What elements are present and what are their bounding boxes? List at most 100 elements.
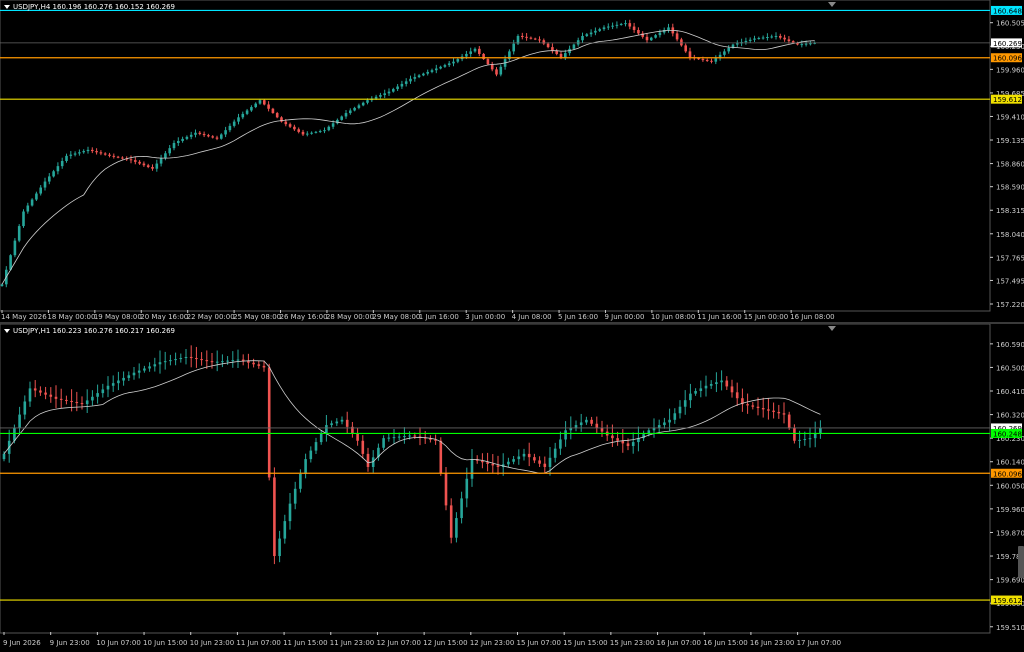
time-label: 16 Jun 08:00 bbox=[790, 313, 834, 321]
candle-body bbox=[48, 176, 51, 182]
candle-body bbox=[637, 29, 640, 34]
candle-body bbox=[774, 35, 778, 37]
level-tag-label: 159.612 bbox=[993, 96, 1022, 104]
h1-chart-canvas[interactable]: 160.590160.500160.410160.320160.230160.1… bbox=[0, 324, 1024, 652]
candle-body bbox=[2, 453, 6, 460]
candle-body bbox=[654, 35, 657, 38]
candle-body bbox=[69, 154, 73, 156]
candle-body bbox=[590, 419, 593, 424]
candle-body bbox=[237, 117, 240, 122]
candle-body bbox=[444, 473, 448, 506]
candle-body bbox=[39, 390, 42, 393]
candle-body bbox=[349, 110, 352, 114]
candle-body bbox=[288, 124, 292, 127]
candle-body bbox=[521, 35, 524, 37]
candle-body bbox=[18, 414, 21, 428]
candle-body bbox=[705, 59, 709, 61]
candle-body bbox=[507, 461, 510, 465]
candle-body bbox=[473, 48, 477, 52]
scroll-handle[interactable] bbox=[1018, 546, 1024, 578]
candle-body bbox=[767, 409, 770, 411]
time-label: 9 Jun 2026 bbox=[3, 639, 41, 647]
time-label: 26 May 16:00 bbox=[280, 313, 328, 321]
candle-body bbox=[258, 100, 262, 104]
shift-marker-icon[interactable] bbox=[828, 326, 836, 331]
candle-body bbox=[301, 131, 305, 135]
candle-body bbox=[232, 121, 236, 126]
candle-body bbox=[680, 39, 683, 46]
candle-body bbox=[267, 367, 271, 478]
candle-body bbox=[254, 103, 257, 108]
candle-body bbox=[611, 25, 614, 27]
candle-body bbox=[673, 413, 677, 420]
candle-body bbox=[226, 360, 229, 362]
price-tick-label: 159.135 bbox=[996, 137, 1024, 145]
chart-frame bbox=[0, 0, 991, 312]
candle-body bbox=[91, 149, 94, 152]
candle-body bbox=[714, 58, 718, 62]
candle-body bbox=[782, 413, 786, 415]
price-tick-label: 160.500 bbox=[996, 364, 1024, 372]
candle-body bbox=[112, 155, 116, 157]
candle-body bbox=[127, 375, 131, 378]
candle-body bbox=[804, 43, 808, 45]
candle-body bbox=[374, 96, 378, 99]
candle-body bbox=[491, 463, 495, 466]
candle-body bbox=[611, 435, 614, 439]
candle-body bbox=[220, 134, 223, 139]
price-tick-label: 158.040 bbox=[996, 231, 1024, 239]
candle-body bbox=[615, 24, 619, 26]
candle-body bbox=[413, 435, 417, 437]
candle-body bbox=[185, 136, 189, 139]
candle-body bbox=[142, 163, 146, 166]
price-tick-label: 160.590 bbox=[996, 341, 1024, 349]
candle-body bbox=[684, 45, 687, 52]
price-tick-label: 160.320 bbox=[996, 412, 1024, 420]
dropdown-triangle-icon[interactable] bbox=[4, 329, 10, 333]
candle-body bbox=[699, 388, 703, 392]
candle-body bbox=[551, 47, 554, 51]
chart-pane-h1[interactable]: 160.590 160.500 160.410 160.320 160.230 160.1… bbox=[0, 324, 1024, 652]
candle-body bbox=[273, 477, 276, 557]
dropdown-triangle-icon[interactable] bbox=[4, 5, 10, 9]
candle-body bbox=[99, 152, 103, 154]
candle-body bbox=[435, 68, 438, 71]
candle-body bbox=[529, 37, 533, 39]
candle-body bbox=[525, 36, 528, 38]
candle-body bbox=[221, 361, 224, 363]
candle-body bbox=[159, 158, 163, 164]
time-label: 10 Jun 23:00 bbox=[190, 639, 234, 647]
candle-body bbox=[675, 33, 679, 40]
price-tick-label: 160.050 bbox=[996, 482, 1024, 490]
time-label: 12 Jun 15:00 bbox=[423, 639, 467, 647]
candle-body bbox=[439, 66, 442, 69]
candle-body bbox=[137, 370, 141, 373]
candle-body bbox=[595, 423, 599, 428]
candle-body bbox=[730, 386, 734, 393]
candle-body bbox=[456, 59, 460, 62]
candle-body bbox=[200, 359, 203, 361]
time-label: 11 Jun 23:00 bbox=[330, 639, 374, 647]
candle-body bbox=[548, 457, 552, 467]
candle-body bbox=[748, 39, 752, 41]
candle-body bbox=[103, 153, 107, 155]
candle-body bbox=[496, 465, 500, 467]
candle-body bbox=[95, 151, 98, 153]
candle-body bbox=[667, 27, 670, 30]
candle-body bbox=[158, 362, 162, 365]
candle-body bbox=[430, 70, 434, 72]
time-label: 29 May 08:00 bbox=[372, 313, 420, 321]
time-label: 11 Jun 15:00 bbox=[283, 639, 327, 647]
candle-body bbox=[559, 53, 563, 58]
candle-body bbox=[85, 400, 89, 405]
candle-body bbox=[626, 443, 630, 447]
candle-body bbox=[803, 439, 807, 441]
h4-chart-canvas[interactable]: 160.505160.230159.960159.685159.410159.1… bbox=[0, 0, 1024, 322]
chart-pane-h4[interactable]: 160.505160.230159.960159.685159.410159.1… bbox=[0, 0, 1024, 322]
candle-body bbox=[589, 32, 593, 35]
candle-body bbox=[688, 51, 692, 58]
candle-body bbox=[17, 226, 21, 241]
candle-body bbox=[527, 453, 531, 458]
shift-marker-icon[interactable] bbox=[828, 2, 836, 7]
candle-body bbox=[777, 411, 781, 414]
